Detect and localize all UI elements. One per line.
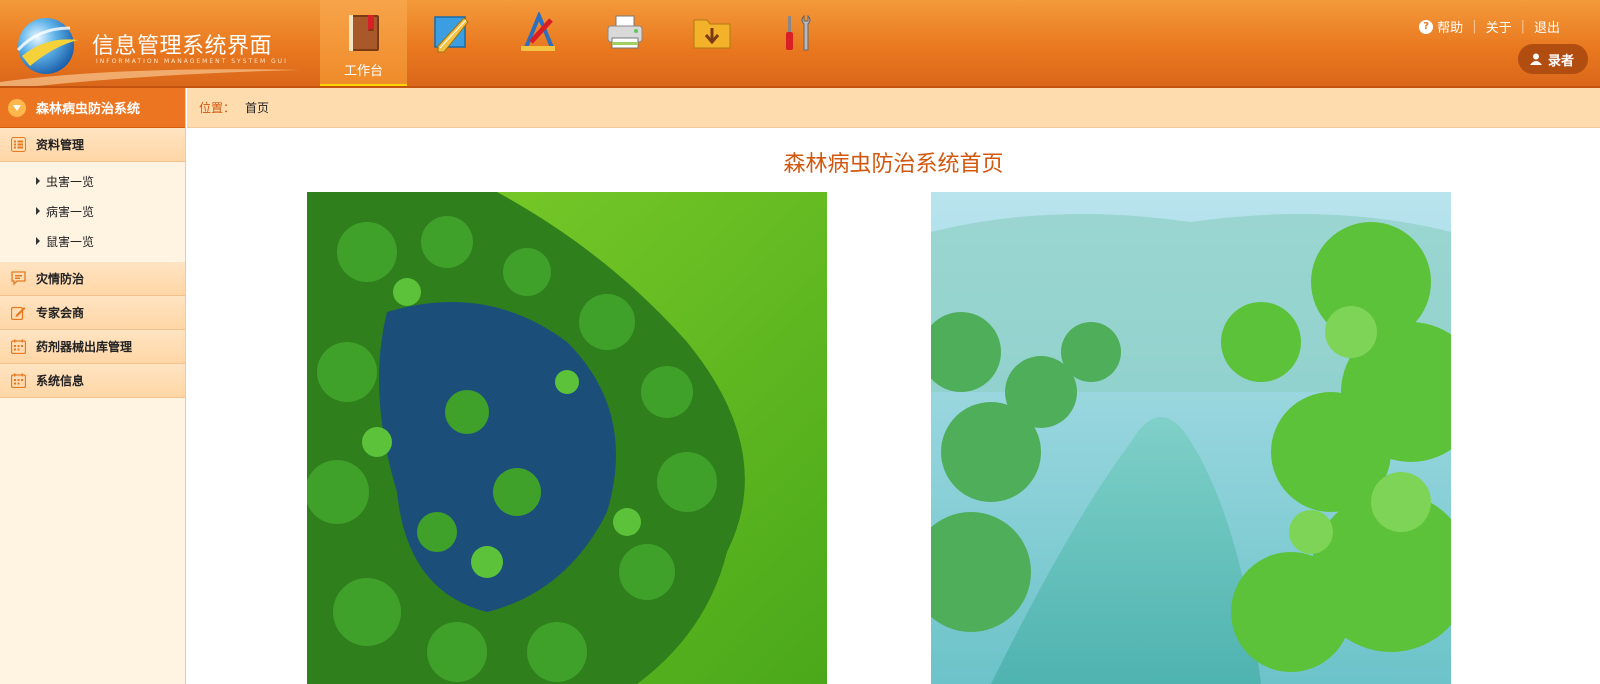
calendar-icon <box>11 373 26 388</box>
sidebar-item-equipment-outbound[interactable]: 药剂器械出库管理 <box>0 330 185 364</box>
help-link[interactable]: 帮助 <box>1437 17 1463 36</box>
sidebar-subitem-diseases[interactable]: 病害一览 <box>0 196 185 226</box>
sidebar-item-label: 资料管理 <box>36 138 85 152</box>
tool-workbench[interactable]: 工作台 <box>320 0 407 88</box>
top-links: ? 帮助 | 关于 | 退出 <box>1419 17 1560 36</box>
ruler-icon <box>433 16 469 53</box>
sidebar-item-label: 专家会商 <box>36 306 85 320</box>
breadcrumb-current[interactable]: 首页 <box>245 99 269 116</box>
user-name: 录者 <box>1547 53 1574 69</box>
list-icon <box>11 137 26 152</box>
collapse-icon <box>8 98 26 117</box>
sidebar-title: 森林病虫防治系统 <box>36 102 141 117</box>
sidebar-item-system-info[interactable]: 系统信息 <box>0 364 185 398</box>
caret-right-icon <box>36 207 40 215</box>
sidebar-item-label: 灾情防治 <box>36 272 85 286</box>
divider: | <box>1472 19 1477 34</box>
sidebar: 森林病虫防治系统 资料管理 虫害一览 病害一览 鼠害一览 灾情防治 专家会商 药… <box>0 88 186 684</box>
breadcrumb: 位置： 首页 <box>187 88 1600 128</box>
toolbar: 工作台 <box>320 0 842 88</box>
top-bar: 信息管理系统界面 INFORMATION MANAGEMENT SYSTEM G… <box>0 0 1600 90</box>
tool-ruler[interactable] <box>407 0 494 88</box>
breadcrumb-label: 位置： <box>199 101 236 115</box>
folder-download-icon <box>693 19 730 49</box>
logo-globe-icon <box>16 18 78 74</box>
chat-icon <box>11 271 26 286</box>
sidebar-item-label: 药剂器械出库管理 <box>36 340 133 354</box>
sidebar-item-disaster-control[interactable]: 灾情防治 <box>0 262 185 296</box>
printer-icon <box>607 15 642 49</box>
submenu-data-management: 虫害一览 病害一览 鼠害一览 <box>0 162 185 262</box>
app-title: 信息管理系统界面 <box>92 34 273 59</box>
subitem-label: 虫害一览 <box>46 174 95 189</box>
help-icon[interactable]: ? <box>1419 19 1434 34</box>
forest-aerial-image <box>307 192 827 684</box>
app-subtitle: INFORMATION MANAGEMENT SYSTEM GUI <box>96 58 288 65</box>
about-link[interactable]: 关于 <box>1486 17 1512 36</box>
tool-print[interactable] <box>581 0 668 88</box>
sidebar-subitem-rodent-pests[interactable]: 鼠害一览 <box>0 226 185 256</box>
sidebar-item-label: 系统信息 <box>36 374 85 388</box>
edit-icon <box>11 306 26 320</box>
caret-right-icon <box>36 177 40 185</box>
sidebar-subitem-insect-pests[interactable]: 虫害一览 <box>0 166 185 196</box>
divider: | <box>1520 19 1525 34</box>
tool-folder[interactable] <box>668 0 755 88</box>
subitem-label: 病害一览 <box>46 204 95 219</box>
book-icon <box>348 15 379 51</box>
page-title: 森林病虫防治系统首页 <box>783 152 1004 177</box>
calendar-icon <box>11 339 26 354</box>
tool-label-workbench: 工作台 <box>343 64 383 79</box>
tool-settings[interactable] <box>755 0 842 88</box>
drawing-tools-icon <box>520 12 555 51</box>
caret-right-icon <box>36 237 40 245</box>
screwdriver-wrench-icon <box>785 14 810 51</box>
logout-link[interactable]: 退出 <box>1534 17 1560 36</box>
user-icon <box>1529 53 1542 65</box>
sidebar-header[interactable]: 森林病虫防治系统 <box>0 88 185 128</box>
forest-river-image <box>931 192 1451 684</box>
user-badge[interactable]: 录者 <box>1517 44 1588 74</box>
sidebar-item-data-management[interactable]: 资料管理 <box>0 128 185 162</box>
tool-drawing[interactable] <box>494 0 581 88</box>
subitem-label: 鼠害一览 <box>46 234 95 249</box>
sidebar-item-expert-consultation[interactable]: 专家会商 <box>0 296 185 330</box>
